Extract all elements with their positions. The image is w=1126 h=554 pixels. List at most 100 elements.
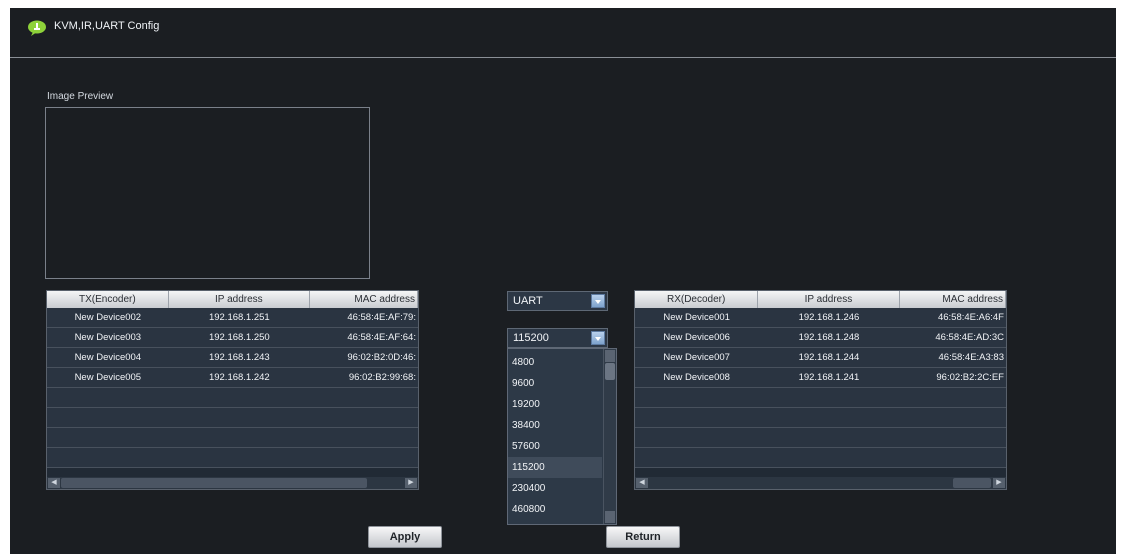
table-row[interactable]	[635, 388, 1006, 408]
rx-decoder-table[interactable]: RX(Decoder) IP address MAC address New D…	[634, 290, 1007, 490]
scroll-left-icon[interactable]: ◀	[48, 478, 60, 488]
baud-rate-option[interactable]: 230400	[508, 478, 602, 499]
baud-rate-select-value: 115200	[513, 332, 549, 344]
mac-address-cell	[310, 448, 418, 467]
table-row[interactable]: New Device001 192.168.1.246 46:58:4E:A6:4F	[635, 308, 1006, 328]
table-row[interactable]: New Device005 192.168.1.242 96:02:B2:99:68…	[47, 368, 418, 388]
scroll-thumb[interactable]	[953, 478, 991, 488]
device-name-cell	[47, 448, 169, 467]
title-divider	[10, 57, 1116, 58]
baud-rate-option[interactable]: 4800	[508, 352, 602, 373]
column-header-mac[interactable]: MAC address	[310, 291, 418, 308]
scroll-thumb[interactable]	[605, 363, 615, 380]
device-name-cell: New Device006	[663, 332, 730, 343]
table-row[interactable]: New Device003 192.168.1.250 46:58:4E:AF:64…	[47, 328, 418, 348]
baud-rate-select[interactable]: 115200	[507, 328, 608, 348]
table-row[interactable]	[635, 408, 1006, 428]
scroll-right-icon[interactable]: ▶	[405, 478, 417, 488]
mode-select[interactable]: UART	[507, 291, 608, 311]
mac-address-cell	[310, 428, 418, 447]
baud-rate-option[interactable]: 460800	[508, 499, 602, 520]
mac-address-cell: 46:58:4E:AF:79:	[347, 312, 416, 323]
table-row[interactable]: New Device007 192.168.1.244 46:58:4E:A3:83	[635, 348, 1006, 368]
ip-address-cell: 192.168.1.244	[798, 352, 860, 363]
table-row[interactable]: New Device004 192.168.1.243 96:02:B2:0D:46…	[47, 348, 418, 368]
device-name-cell: New Device004	[74, 352, 142, 363]
mac-address-cell	[900, 428, 1006, 447]
device-name-cell	[47, 428, 169, 447]
device-name-cell: New Device001	[663, 312, 730, 323]
ip-address-cell: 192.168.1.243	[208, 352, 270, 363]
vertical-scrollbar[interactable]	[603, 349, 616, 524]
device-name-cell: New Device002	[74, 312, 142, 323]
return-button[interactable]: Return	[606, 526, 680, 548]
baud-rate-option[interactable]: 19200	[508, 394, 602, 415]
device-name-cell: New Device005	[74, 372, 142, 383]
mac-address-cell: 96:02:B2:0D:46:	[347, 352, 416, 363]
table-row[interactable]	[47, 428, 418, 448]
scroll-thumb[interactable]	[61, 478, 367, 488]
apply-button[interactable]: Apply	[368, 526, 442, 548]
table-row[interactable]	[47, 388, 418, 408]
device-name-cell	[635, 388, 758, 407]
column-header-rx[interactable]: RX(Decoder)	[635, 291, 759, 308]
mac-address-cell: 96:02:B2:2C:EF	[936, 372, 1004, 383]
title-bar: KVM,IR,UART Config	[10, 8, 1116, 58]
ip-address-cell	[758, 428, 899, 447]
chevron-down-icon[interactable]	[591, 331, 605, 345]
mac-address-cell	[310, 408, 418, 427]
mode-select-value: UART	[513, 295, 543, 307]
mac-address-cell: 46:58:4E:A6:4F	[937, 312, 1004, 323]
tx-encoder-table[interactable]: TX(Encoder) IP address MAC address New D…	[46, 290, 419, 490]
mac-address-cell	[900, 388, 1006, 407]
ip-address-cell	[169, 408, 310, 427]
table-row[interactable]	[47, 408, 418, 428]
scroll-down-icon[interactable]	[605, 511, 615, 523]
scroll-left-icon[interactable]: ◀	[636, 478, 648, 488]
column-header-mac[interactable]: MAC address	[900, 291, 1006, 308]
image-preview-area	[45, 107, 370, 279]
table-row[interactable]: New Device006 192.168.1.248 46:58:4E:AD:3C	[635, 328, 1006, 348]
table-row[interactable]	[635, 448, 1006, 468]
baud-rate-option[interactable]: 57600	[508, 436, 602, 457]
ip-address-cell: 192.168.1.241	[798, 372, 860, 383]
device-name-cell	[635, 428, 758, 447]
column-header-ip[interactable]: IP address	[758, 291, 900, 308]
device-name-cell: New Device008	[663, 372, 730, 383]
horizontal-scrollbar[interactable]: ◀ ▶	[47, 477, 418, 489]
ip-address-cell: 192.168.1.250	[208, 332, 270, 343]
table-body: New Device001 192.168.1.246 46:58:4E:A6:4F…	[635, 308, 1006, 468]
scroll-up-icon[interactable]	[605, 350, 615, 362]
device-name-cell	[635, 448, 758, 467]
device-name-cell: New Device003	[74, 332, 142, 343]
ip-address-cell	[758, 388, 899, 407]
baud-rate-option[interactable]: 9600	[508, 373, 602, 394]
table-row[interactable]: New Device002 192.168.1.251 46:58:4E:AF:79…	[47, 308, 418, 328]
baud-rate-option[interactable]: 38400	[508, 415, 602, 436]
ip-address-cell: 192.168.1.251	[208, 312, 270, 323]
scroll-right-icon[interactable]: ▶	[993, 478, 1005, 488]
ip-address-cell: 192.168.1.248	[798, 332, 860, 343]
window-title: KVM,IR,UART Config	[54, 20, 160, 32]
baud-rate-dropdown-list[interactable]: 460800 230400 115200 57600 38400 19200 9600 480…	[507, 348, 617, 525]
column-header-ip[interactable]: IP address	[169, 291, 310, 308]
baud-rate-option[interactable]: 115200	[508, 457, 602, 478]
device-name-cell	[47, 408, 169, 427]
ip-address-cell: 192.168.1.246	[798, 312, 860, 323]
chevron-down-icon[interactable]	[591, 294, 605, 308]
device-name-cell	[635, 408, 758, 427]
ip-address-cell	[169, 428, 310, 447]
mac-address-cell	[900, 448, 1006, 467]
mac-address-cell: 46:58:4E:AD:3C	[935, 332, 1004, 343]
ip-address-cell	[758, 448, 899, 467]
mac-address-cell	[900, 408, 1006, 427]
table-row[interactable]: New Device008 192.168.1.241 96:02:B2:2C:EF	[635, 368, 1006, 388]
mac-address-cell	[310, 388, 418, 407]
column-header-tx[interactable]: TX(Encoder)	[47, 291, 169, 308]
table-row[interactable]	[635, 428, 1006, 448]
table-body: New Device002 192.168.1.251 46:58:4E:AF:79…	[47, 308, 418, 468]
table-row[interactable]	[47, 448, 418, 468]
horizontal-scrollbar[interactable]: ◀ ▶	[635, 477, 1006, 489]
config-window: KVM,IR,UART Config Image Preview TX(Enco…	[10, 8, 1116, 554]
device-name-cell: New Device007	[663, 352, 730, 363]
